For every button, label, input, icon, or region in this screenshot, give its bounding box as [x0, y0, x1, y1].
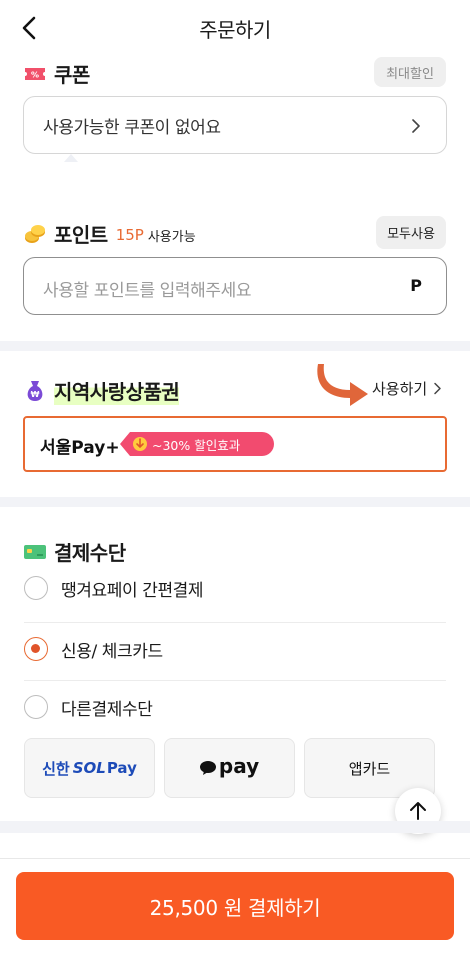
section-divider: [0, 821, 470, 833]
radio-button-selected[interactable]: [24, 637, 48, 661]
voucher-use-button[interactable]: 사용하기: [372, 378, 442, 399]
arrow-up-icon: [410, 802, 426, 820]
payment-option-other[interactable]: 다른결제수단: [24, 678, 446, 736]
seoul-pay-option[interactable]: 서울Pay+ ~30% 할인효과: [23, 416, 447, 472]
kakaopay-label: pay: [218, 754, 260, 778]
shinhan-sol-pay-button[interactable]: 신한 SOL Pay: [24, 738, 155, 798]
seoul-pay-name: 서울Pay+: [40, 438, 120, 458]
payment-option-credit-card[interactable]: 신용/ 체크카드: [24, 620, 446, 678]
coupon-select[interactable]: 사용가능한 쿠폰이 없어요: [23, 96, 447, 154]
use-all-points-button[interactable]: 모두사용: [376, 216, 446, 249]
point-section-title: 포인트 15P 사용가능: [24, 219, 196, 248]
voucher-section-title: ₩ 지역사랑상품권: [24, 376, 180, 405]
tooltip-caret-icon: [64, 154, 78, 162]
section-divider: [0, 341, 470, 351]
kakaopay-button[interactable]: pay: [164, 738, 295, 798]
shinhan-logo-prefix: 신한: [42, 759, 70, 778]
shinhan-logo-pay: Pay: [106, 759, 137, 777]
badge-tail-icon: [120, 432, 130, 456]
radio-button[interactable]: [24, 576, 48, 600]
section-divider: [0, 497, 470, 507]
svg-text:%: %: [31, 70, 39, 79]
point-input-field[interactable]: 사용할 포인트를 입력해주세요 P: [23, 257, 447, 315]
payment-option-ttaenggyeo-pay[interactable]: 땡겨요페이 간편결제: [24, 559, 446, 617]
chevron-right-icon: [434, 382, 441, 395]
point-unit: P: [410, 276, 422, 295]
chevron-right-icon: [412, 119, 420, 133]
point-available-label: 사용가능: [147, 230, 196, 245]
speech-bubble-icon: [199, 761, 216, 775]
svg-text:₩: ₩: [31, 390, 40, 399]
arrow-pointer-icon: [317, 364, 368, 406]
coin-arrow-icon: [133, 437, 147, 451]
coupon-section-title: % 쿠폰: [24, 59, 90, 88]
coupon-icon: %: [25, 67, 45, 80]
shinhan-logo-sol: SOL: [72, 759, 106, 777]
pay-submit-label: 25,500 원 결제하기: [149, 895, 321, 920]
coins-icon: [25, 224, 45, 243]
point-input-placeholder: 사용할 포인트를 입력해주세요: [43, 281, 252, 301]
max-discount-button[interactable]: 최대할인: [374, 57, 446, 87]
card-icon: [24, 544, 46, 559]
discount-badge-text: ~30% 할인효과: [152, 437, 241, 453]
point-available-amount: 15P: [115, 226, 144, 244]
header: 주문하기: [0, 0, 470, 56]
app-card-label: 앱카드: [348, 759, 391, 778]
discount-badge: ~30% 할인효과: [120, 432, 274, 456]
pay-submit-button[interactable]: 25,500 원 결제하기: [16, 872, 454, 940]
radio-button[interactable]: [24, 695, 48, 719]
coupon-empty-text: 사용가능한 쿠폰이 없어요: [43, 117, 221, 138]
money-bag-icon: ₩: [27, 380, 43, 401]
page-title: 주문하기: [199, 18, 271, 42]
